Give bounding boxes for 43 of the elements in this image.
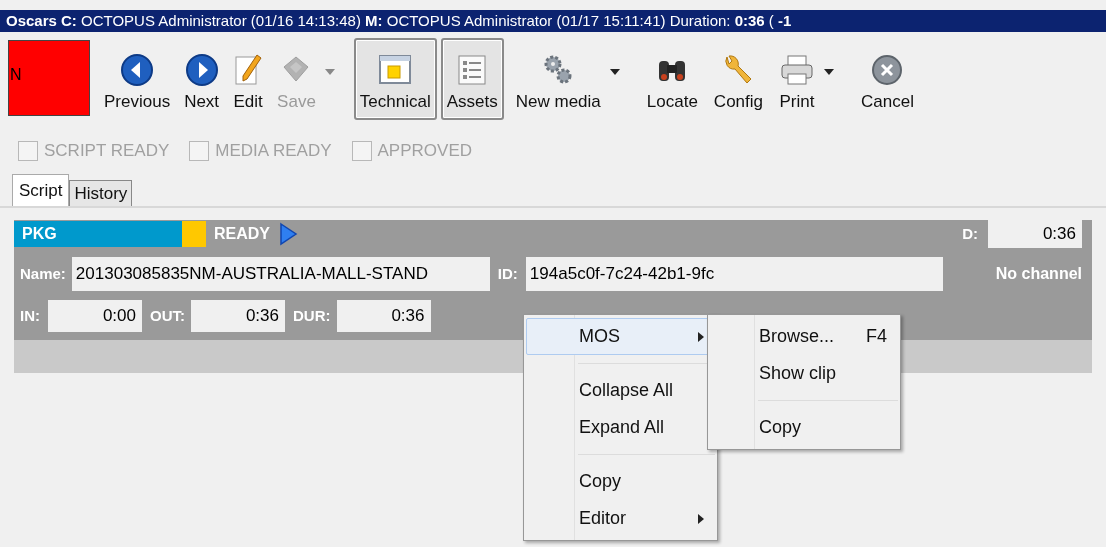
title-bar: Oscars C: OCTOPUS Administrator (01/16 14:13:48) M: OCTOPUS Administrator (01/17 15:11:41) Duration: 0:36 ( -1 [0,10,1106,32]
field-label: Name: [20,263,66,284]
field-label: D: [962,223,978,244]
caret-icon [323,68,336,76]
id-field[interactable]: 194a5c0f-7c24-42b1-9fc [525,257,943,291]
checkbox-label: APPROVED [377,140,472,163]
tab[interactable]: History [69,180,133,206]
status-tile: N [8,40,90,116]
status-swatch [182,221,206,247]
toolbar-button[interactable]: Config [707,38,769,120]
toolbar-button[interactable]: Assets [440,38,504,120]
field-label: IN: [20,305,40,326]
submenu-arrow-icon [698,513,704,524]
menu-item[interactable]: Editor [526,500,715,537]
toolbar-button[interactable]: Edit [227,38,270,120]
item-type-bar: PKG [14,221,182,247]
menu-item[interactable]: Show clip [710,355,898,392]
time-field[interactable]: 0:36 [191,300,285,332]
field-label: OUT: [150,305,185,326]
status-label: READY [214,224,270,244]
checkbox-label: MEDIA READY [215,140,332,163]
caret-icon [608,68,621,76]
time-field[interactable]: 0:36 [336,300,431,332]
duration-field[interactable]: 0:36 [988,220,1082,248]
checkbox-label: SCRIPT READY [44,140,170,163]
play-icon[interactable] [278,222,298,246]
channel-label: No channel [995,264,1082,284]
toolbar-button[interactable]: Locate [640,38,704,120]
time-field[interactable]: 0:00 [48,300,142,332]
toolbar-button[interactable]: New media [509,38,627,120]
field-label: ID: [497,263,518,284]
menu-item[interactable]: Copy [710,409,898,446]
field-label: DUR: [293,305,331,326]
toolbar-button[interactable]: Previous [98,38,177,120]
toolbar-button[interactable]: Technical [353,38,437,120]
caret-icon [823,68,835,76]
name-field[interactable]: 201303085835NM-AUSTRALIA-MALL-STAND [71,257,490,291]
toolbar-button[interactable]: Next [178,38,226,120]
submenu-arrow-icon [698,331,704,342]
toolbar-button[interactable]: Print [773,38,841,120]
tab[interactable]: Script [12,174,70,206]
menu-item[interactable]: Copy [526,463,715,500]
toolbar-button[interactable]: Cancel [855,38,920,120]
